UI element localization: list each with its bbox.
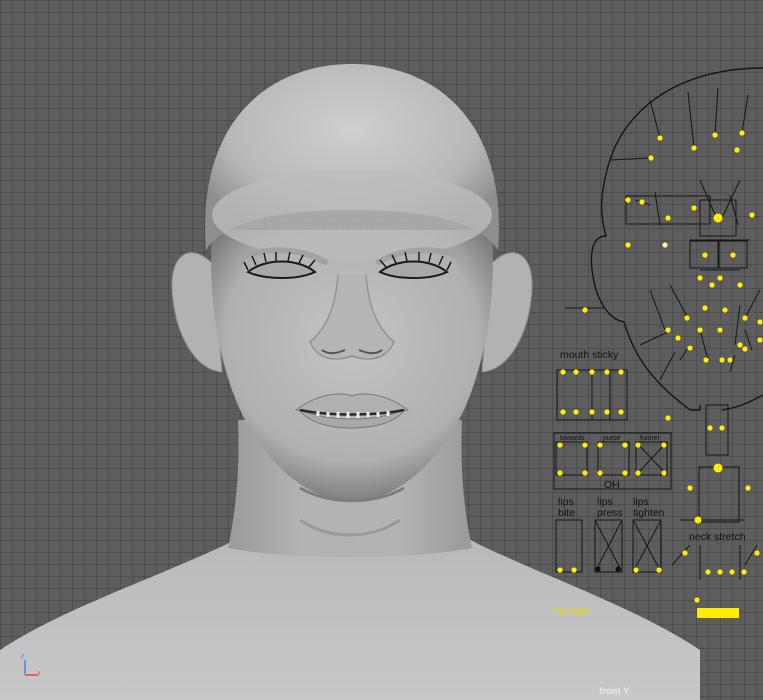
rig-control-dot[interactable]	[691, 205, 697, 211]
rig-control-dot[interactable]	[717, 327, 723, 333]
purse-label: purse	[603, 435, 621, 442]
rig-control-dot[interactable]	[656, 567, 662, 573]
rig-control-dot[interactable]	[707, 425, 713, 431]
rig-control-dot[interactable]	[705, 569, 711, 575]
rig-control-dot[interactable]	[729, 569, 735, 575]
rig-control-dot[interactable]	[597, 470, 603, 476]
rig-control-dot[interactable]	[694, 597, 700, 603]
rig-control-dot[interactable]	[625, 197, 631, 203]
rig-logic-label[interactable]: rig logic	[554, 605, 590, 617]
rig-control-dot[interactable]	[557, 442, 563, 448]
rig-control-dot[interactable]	[582, 470, 588, 476]
lips-press-label-2: press	[597, 507, 623, 519]
rig-control-dot[interactable]	[665, 415, 671, 421]
rig-control-dot[interactable]	[648, 155, 654, 161]
rig-control-dot[interactable]	[622, 470, 628, 476]
rig-control-dot[interactable]	[560, 369, 566, 375]
rig-control-dot[interactable]	[604, 369, 610, 375]
viewport-front[interactable]: z x mouth sticky towards purse funnel OH…	[0, 0, 763, 700]
rig-control-dot[interactable]	[557, 470, 563, 476]
rig-control-dot[interactable]	[622, 442, 628, 448]
rig-control-dot[interactable]	[573, 409, 579, 415]
rig-control-dot[interactable]	[719, 425, 725, 431]
rig-control-dot[interactable]	[687, 345, 693, 351]
rig-control-dot[interactable]	[661, 442, 667, 448]
rig-control-dot[interactable]	[589, 369, 595, 375]
rig-control-dot[interactable]	[734, 147, 740, 153]
rig-control-dot[interactable]	[597, 442, 603, 448]
rig-control-dot[interactable]	[691, 145, 697, 151]
rig-control-dot[interactable]	[657, 135, 663, 141]
rig-control-dot-light[interactable]	[663, 243, 667, 247]
rig-control-dot[interactable]	[639, 199, 645, 205]
rig-control-dot[interactable]	[757, 319, 763, 325]
rig-control-dot[interactable]	[573, 369, 579, 375]
rig-control-dot[interactable]	[618, 409, 624, 415]
lips-bite-label-2: bite	[558, 507, 575, 519]
rig-control-dot[interactable]	[633, 567, 639, 573]
rig-control-dot[interactable]	[742, 346, 748, 352]
rig-control-dot[interactable]	[722, 307, 728, 313]
mouth-sticky-label: mouth sticky	[560, 349, 619, 361]
rig-control-dot[interactable]	[754, 550, 760, 556]
x-axis-label: x	[37, 670, 41, 677]
rig-control-dot[interactable]	[749, 212, 755, 218]
rig-control-dot[interactable]	[589, 409, 595, 415]
lips-tighten-label-2: tighten	[633, 507, 665, 519]
forehead	[212, 170, 492, 260]
rig-control-dot[interactable]	[730, 252, 736, 258]
rig-control-dot[interactable]	[709, 282, 715, 288]
rig-control-dot[interactable]	[687, 485, 693, 491]
rig-control-dot[interactable]	[635, 470, 641, 476]
rig-control-dot[interactable]	[682, 550, 688, 556]
z-axis-label: z	[21, 653, 25, 660]
rig-control-dot[interactable]	[665, 327, 671, 333]
viewport-canvas[interactable]	[0, 0, 763, 700]
rig-control-dot-dark[interactable]	[595, 566, 601, 572]
rig-control-dot[interactable]	[560, 409, 566, 415]
rig-control-dot[interactable]	[625, 242, 631, 248]
rig-control-dot[interactable]	[694, 516, 702, 524]
rig-control-dot[interactable]	[618, 369, 624, 375]
rig-control-dot[interactable]	[757, 337, 763, 343]
rig-control-dot[interactable]	[557, 567, 563, 573]
rig-control-dot[interactable]	[737, 282, 743, 288]
rig-control-dot[interactable]	[727, 357, 733, 363]
camera-name-label: front Y	[599, 686, 630, 697]
rig-control-dot[interactable]	[582, 442, 588, 448]
rig-control-dot[interactable]	[719, 357, 725, 363]
rig-control-dot[interactable]	[713, 463, 723, 473]
rig-control-dot[interactable]	[713, 213, 723, 223]
rig-control-dot[interactable]	[712, 132, 718, 138]
rig-control-dot[interactable]	[697, 327, 703, 333]
rig-control-dot-dark[interactable]	[615, 566, 621, 572]
rig-control-dot[interactable]	[697, 275, 703, 281]
rig-control-dot[interactable]	[702, 252, 708, 258]
rig-control-dot[interactable]	[745, 485, 751, 491]
rig-control-dot[interactable]	[737, 342, 743, 348]
rig-control-dot[interactable]	[582, 307, 588, 313]
rig-control-dot[interactable]	[717, 569, 723, 575]
rig-control-dot[interactable]	[717, 275, 723, 281]
rig-control-dot[interactable]	[604, 409, 610, 415]
towards-label: towards	[560, 435, 585, 442]
rig-control-dot[interactable]	[684, 315, 690, 321]
rig-control-dot[interactable]	[702, 305, 708, 311]
rig-control-dot[interactable]	[739, 130, 745, 136]
rig-control-dot[interactable]	[661, 470, 667, 476]
funnel-label: funnel	[640, 435, 660, 442]
neck-stretch-label: neck stretch	[689, 531, 746, 543]
rig-control-dot[interactable]	[703, 357, 709, 363]
oh-label: OH	[604, 479, 620, 491]
rig-control-dot[interactable]	[635, 442, 641, 448]
rig-control-dot[interactable]	[742, 315, 748, 321]
rig-control-dot[interactable]	[571, 567, 577, 573]
rig-control-dot[interactable]	[675, 335, 681, 341]
rig-slider-bar	[697, 608, 739, 618]
rig-control-dot[interactable]	[741, 569, 747, 575]
rig-control-dot[interactable]	[665, 215, 671, 221]
